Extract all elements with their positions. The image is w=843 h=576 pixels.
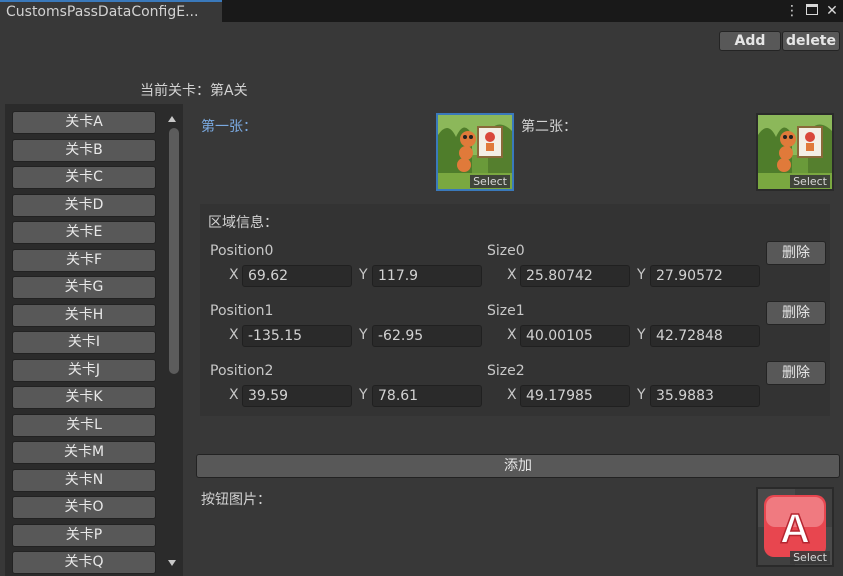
- more-options-icon[interactable]: ⋮: [785, 0, 799, 22]
- level-item[interactable]: 关卡G: [12, 276, 156, 299]
- size-x-field[interactable]: 25.80742: [520, 265, 630, 287]
- title-bar: CustomsPassDataConfigE... ⋮ ✕: [0, 0, 843, 22]
- second-image-field[interactable]: Select: [756, 113, 834, 191]
- region-info-title: 区域信息：: [208, 215, 278, 231]
- level-item[interactable]: 关卡I: [12, 331, 156, 354]
- window-controls: ⋮ ✕: [785, 0, 843, 22]
- position-y-field[interactable]: -62.95: [372, 325, 482, 347]
- scrollbar-thumb[interactable]: [169, 128, 179, 374]
- size-y-field[interactable]: 27.90572: [650, 265, 760, 287]
- size-x-field[interactable]: 40.00105: [520, 325, 630, 347]
- scroll-down-icon[interactable]: [168, 560, 176, 566]
- level-item[interactable]: 关卡B: [12, 138, 156, 162]
- size-y-axis-label: Y: [637, 387, 646, 403]
- position-label: Position2: [210, 363, 274, 379]
- level-item[interactable]: 关卡L: [12, 413, 156, 437]
- region-delete-button[interactable]: 删除: [766, 241, 826, 265]
- position-x-field[interactable]: -135.15: [242, 325, 352, 347]
- position-y-axis-label: Y: [359, 327, 368, 343]
- level-item[interactable]: 关卡F: [12, 248, 156, 272]
- close-icon[interactable]: ✕: [825, 0, 839, 22]
- button-image-field[interactable]: A Select: [756, 487, 834, 567]
- second-image-label: 第二张：: [521, 119, 577, 135]
- button-image-select-button[interactable]: Select: [790, 551, 830, 564]
- button-image-label: 按钮图片：: [201, 492, 271, 508]
- first-image-field[interactable]: Select: [436, 113, 514, 191]
- level-item[interactable]: 关卡E: [12, 221, 156, 244]
- scroll-up-icon[interactable]: [168, 116, 176, 122]
- first-image-label: 第一张：: [201, 119, 257, 135]
- position-x-axis-label: X: [229, 327, 239, 343]
- position-x-field[interactable]: 39.59: [242, 385, 352, 407]
- level-item[interactable]: 关卡H: [12, 303, 156, 327]
- size-y-field[interactable]: 35.9883: [650, 385, 760, 407]
- position-label: Position0: [210, 243, 274, 259]
- size-y-axis-label: Y: [637, 327, 646, 343]
- maximize-icon[interactable]: [805, 0, 819, 22]
- size-x-axis-label: X: [507, 327, 517, 343]
- level-item[interactable]: 关卡M: [12, 441, 156, 464]
- position-y-field[interactable]: 117.9: [372, 265, 482, 287]
- size-label: Size2: [487, 363, 525, 379]
- level-item[interactable]: 关卡K: [12, 386, 156, 409]
- size-y-axis-label: Y: [637, 267, 646, 283]
- position-x-axis-label: X: [229, 387, 239, 403]
- level-item[interactable]: 关卡O: [12, 496, 156, 519]
- add-region-button[interactable]: 添加: [196, 454, 840, 478]
- level-item[interactable]: 关卡Q: [12, 551, 156, 574]
- current-level-label: 当前关卡：第A关: [140, 83, 248, 99]
- position-label: Position1: [210, 303, 274, 319]
- window-tab[interactable]: CustomsPassDataConfigE...: [0, 0, 222, 22]
- level-item[interactable]: 关卡C: [12, 166, 156, 189]
- second-image-select-button[interactable]: Select: [790, 175, 830, 188]
- level-item[interactable]: 关卡J: [12, 358, 156, 382]
- level-item[interactable]: 关卡D: [12, 193, 156, 217]
- position-x-axis-label: X: [229, 267, 239, 283]
- size-x-axis-label: X: [507, 267, 517, 283]
- position-y-field[interactable]: 78.61: [372, 385, 482, 407]
- region-delete-button[interactable]: 删除: [766, 361, 826, 385]
- delete-button[interactable]: delete: [782, 31, 840, 51]
- position-y-axis-label: Y: [359, 267, 368, 283]
- level-list-panel: 关卡A 关卡B 关卡C 关卡D 关卡E 关卡F 关卡G 关卡H 关卡I 关卡J 关卡K 关卡L 关卡M 关…: [5, 104, 183, 576]
- size-y-field[interactable]: 42.72848: [650, 325, 760, 347]
- add-button[interactable]: Add: [719, 31, 781, 51]
- region-delete-button[interactable]: 删除: [766, 301, 826, 325]
- position-y-axis-label: Y: [359, 387, 368, 403]
- size-x-field[interactable]: 49.17985: [520, 385, 630, 407]
- first-image-select-button[interactable]: Select: [470, 175, 510, 188]
- letter-a-glyph: A: [780, 505, 810, 552]
- level-item[interactable]: 关卡P: [12, 523, 156, 547]
- level-item[interactable]: 关卡N: [12, 468, 156, 492]
- size-x-axis-label: X: [507, 387, 517, 403]
- level-item[interactable]: 关卡A: [12, 111, 156, 134]
- position-x-field[interactable]: 69.62: [242, 265, 352, 287]
- size-label: Size1: [487, 303, 525, 319]
- size-label: Size0: [487, 243, 525, 259]
